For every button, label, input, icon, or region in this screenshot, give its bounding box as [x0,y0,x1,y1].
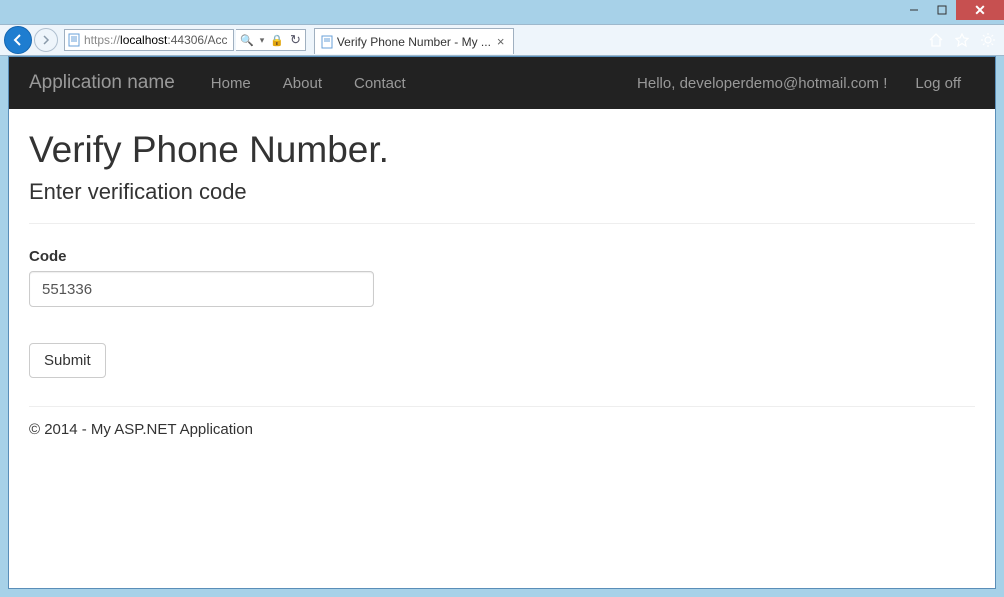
window-frame: ✕ https://localhost:44306/Acc 🔍 ▾ 🔒 ↻ [0,0,1004,597]
browser-right-icons [928,32,1000,48]
tab-title: Verify Phone Number - My ... [337,35,491,49]
url-text: https://localhost:44306/Acc [84,33,227,47]
settings-icon[interactable] [980,32,996,48]
code-form-group: Code [29,248,975,307]
submit-button[interactable]: Submit [29,343,106,378]
page-icon [321,35,333,49]
favorites-icon[interactable] [954,32,970,48]
nav-about[interactable]: About [267,59,338,108]
home-icon[interactable] [928,32,944,48]
browser-tab[interactable]: Verify Phone Number - My ... × [314,28,514,54]
nav-home[interactable]: Home [195,59,267,108]
refresh-icon[interactable]: ↻ [290,32,301,48]
nav-contact[interactable]: Contact [338,59,422,108]
tabstrip: Verify Phone Number - My ... × [314,26,926,54]
code-label: Code [29,248,975,265]
code-input[interactable] [29,271,374,307]
footer-divider [29,406,975,407]
page-body: Verify Phone Number. Enter verification … [9,109,995,458]
footer-text: © 2014 - My ASP.NET Application [29,421,975,438]
lock-icon: 🔒 [270,34,284,47]
forward-button[interactable] [34,28,58,52]
tab-close-icon[interactable]: × [495,34,507,49]
divider [29,223,975,224]
minimize-button[interactable] [900,0,928,20]
search-dropdown-icon[interactable]: ▾ [260,35,265,46]
maximize-button[interactable] [928,0,956,20]
close-button[interactable]: ✕ [956,0,1004,20]
page-subtitle: Enter verification code [29,179,975,205]
page-viewport: Application name Home About Contact Hell… [8,56,996,589]
page-title: Verify Phone Number. [29,129,975,171]
back-button[interactable] [4,26,32,54]
nav-greeting[interactable]: Hello, developerdemo@hotmail.com ! [623,59,901,108]
address-bar[interactable]: https://localhost:44306/Acc [64,29,234,51]
search-icon[interactable]: 🔍 [240,34,254,47]
nav-links: Home About Contact [195,59,422,108]
titlebar: ✕ [0,0,1004,24]
browser-toolbar: https://localhost:44306/Acc 🔍 ▾ 🔒 ↻ Veri… [0,24,1004,56]
page-icon [67,33,81,47]
brand-link[interactable]: Application name [29,72,175,94]
address-controls: 🔍 ▾ 🔒 ↻ [236,29,306,51]
nav-logoff[interactable]: Log off [901,59,975,108]
nav-right: Hello, developerdemo@hotmail.com ! Log o… [623,59,975,108]
app-navbar: Application name Home About Contact Hell… [9,57,995,109]
